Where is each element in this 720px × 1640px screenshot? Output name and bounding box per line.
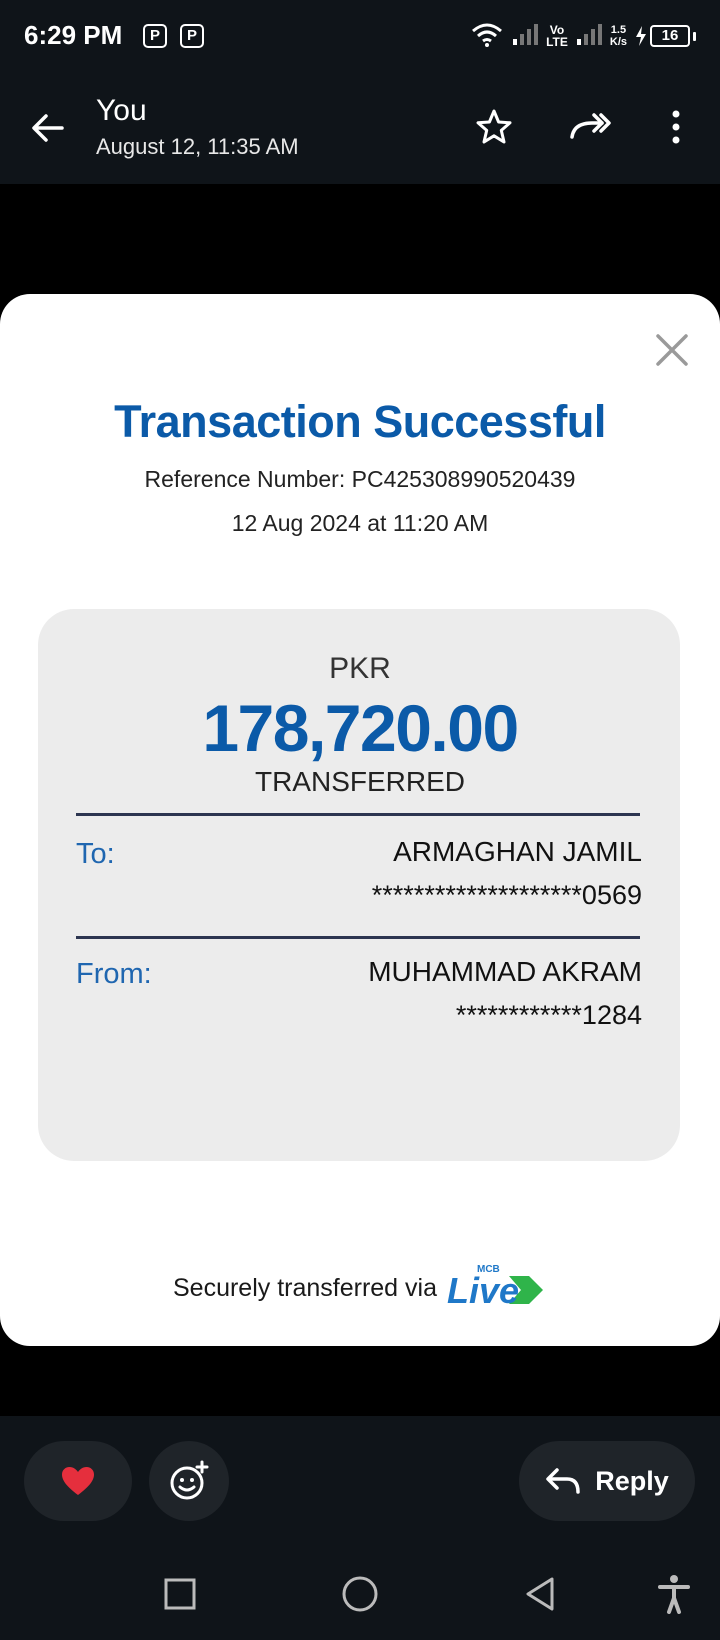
message-timestamp: August 12, 11:35 AM (96, 134, 299, 159)
recents-icon (164, 1578, 196, 1610)
add-reaction-button[interactable] (149, 1441, 229, 1521)
reference-number: Reference Number: PC425308990520439 (144, 466, 576, 492)
signal-icon (576, 22, 602, 51)
transaction-title: Transaction Successful (114, 396, 606, 447)
mcb-live-logo: Live MCB (447, 1264, 547, 1312)
add-emoji-icon (170, 1460, 209, 1500)
reply-icon (546, 1468, 580, 1494)
battery-icon: 16 (650, 25, 690, 47)
wifi-icon (470, 20, 504, 53)
back-triangle-icon (526, 1577, 554, 1611)
charging-icon (636, 26, 646, 46)
home-icon (342, 1576, 378, 1612)
back-arrow-icon (32, 114, 64, 142)
battery-indicator: 16 (635, 25, 696, 47)
back-nav-button[interactable] (514, 1568, 566, 1620)
close-icon (656, 334, 688, 366)
notification-icon: P (143, 24, 167, 48)
sender-account: ************1284 (455, 1000, 642, 1030)
divider (76, 813, 640, 816)
sender-name: You (96, 94, 147, 127)
accessibility-icon (658, 1575, 690, 1614)
star-icon (476, 109, 512, 144)
heart-icon (62, 1467, 94, 1495)
sender-account-name: MUHAMMAD AKRAM (368, 956, 642, 987)
from-label: From: (76, 958, 152, 990)
reply-label: Reply (595, 1465, 669, 1496)
back-button[interactable] (22, 102, 74, 154)
secure-text: Securely transferred via (172, 1273, 437, 1302)
status-time: 6:29 PM (24, 20, 123, 50)
close-button[interactable] (650, 328, 694, 372)
reply-button[interactable]: Reply (519, 1441, 695, 1521)
more-options-button[interactable] (649, 100, 703, 154)
currency-label: PKR (329, 652, 391, 685)
recents-button[interactable] (154, 1568, 206, 1620)
more-vertical-icon (672, 110, 680, 144)
signal-icon (512, 22, 539, 51)
forward-button[interactable] (563, 100, 617, 154)
divider (76, 936, 640, 939)
to-label: To: (76, 838, 115, 870)
status-bar: 6:29 PM P P Vo LTE 1.5 K/s 16 (0, 0, 720, 72)
star-button[interactable] (467, 100, 521, 154)
network-type: Vo LTE (546, 23, 568, 49)
app-header: You August 12, 11:35 AM (0, 72, 720, 184)
forward-icon (570, 113, 611, 139)
transfer-amount: 178,720.00 (202, 691, 519, 765)
transfer-status: TRANSFERRED (254, 766, 465, 797)
network-speed: 1.5 K/s (609, 24, 627, 48)
transaction-datetime: 12 Aug 2024 at 11:20 AM (231, 510, 489, 536)
home-button[interactable] (334, 1568, 386, 1620)
recipient-name: ARMAGHAN JAMIL (393, 836, 642, 867)
notification-icon: P (180, 24, 204, 48)
accessibility-button[interactable] (648, 1568, 700, 1620)
recipient-account: ********************0569 (371, 880, 642, 910)
secure-footer: Securely transferred via Live MCB (0, 1264, 720, 1312)
react-heart-button[interactable] (24, 1441, 132, 1521)
